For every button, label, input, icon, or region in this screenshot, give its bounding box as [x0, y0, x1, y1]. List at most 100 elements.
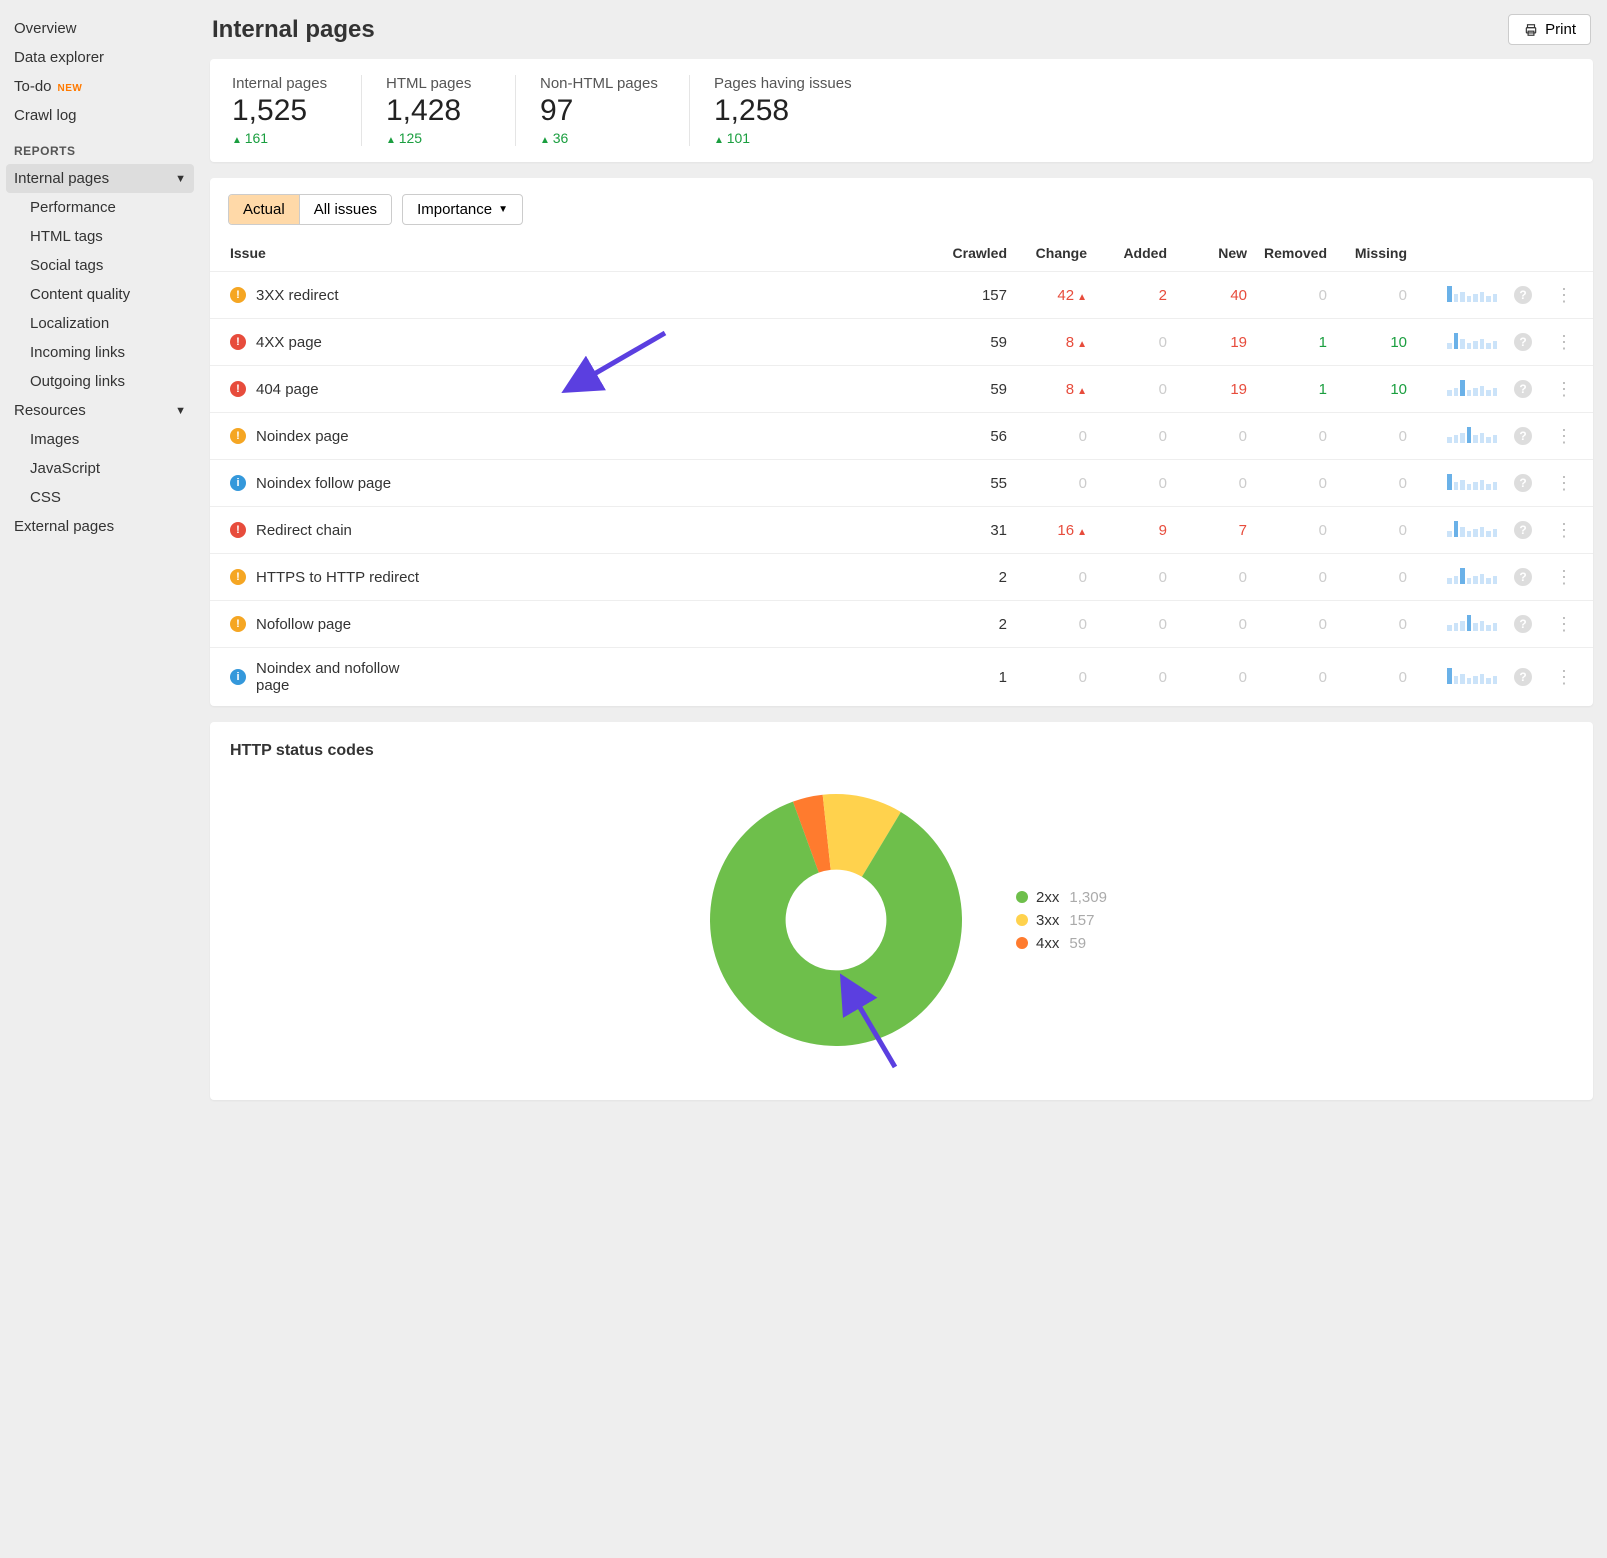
- table-row[interactable]: !3XX redirect15742▲24000?⋮: [210, 272, 1593, 319]
- sidebar-subitem-performance[interactable]: Performance: [0, 193, 200, 222]
- issue-cell: iNoindex and nofollow page: [210, 648, 935, 707]
- issue-cell: !Redirect chain: [210, 507, 935, 554]
- table-row[interactable]: iNoindex and nofollow page100000?⋮: [210, 648, 1593, 707]
- chevron-down-icon: ▼: [175, 173, 186, 185]
- table-cell: 0: [1255, 554, 1335, 601]
- print-button[interactable]: Print: [1508, 14, 1591, 45]
- table-cell: 0: [1015, 554, 1095, 601]
- help-icon[interactable]: ?: [1514, 427, 1532, 445]
- issues-card: Actual All issues Importance ▼ Issue Cra…: [210, 178, 1593, 706]
- table-cell: 1: [1255, 319, 1335, 366]
- sidebar-subitem-outgoing-links[interactable]: Outgoing links: [0, 367, 200, 396]
- help-icon[interactable]: ?: [1514, 668, 1532, 686]
- sidebar-item-external-pages[interactable]: External pages: [0, 512, 200, 541]
- legend-dot-icon: [1016, 891, 1028, 903]
- sidebar: OverviewData explorerTo-doNEWCrawl log R…: [0, 0, 200, 1558]
- col-issue[interactable]: Issue: [210, 235, 935, 272]
- table-row[interactable]: !Redirect chain3116▲9700?⋮: [210, 507, 1593, 554]
- sidebar-subitem-content-quality[interactable]: Content quality: [0, 280, 200, 309]
- stat-block: Non-HTML pages9736: [540, 75, 690, 146]
- table-cell: 8▲: [1015, 366, 1095, 413]
- info-icon: i: [230, 475, 246, 491]
- issue-cell: !HTTPS to HTTP redirect: [210, 554, 935, 601]
- col-missing[interactable]: Missing: [1335, 235, 1415, 272]
- importance-dropdown[interactable]: Importance ▼: [402, 194, 523, 225]
- stat-delta: 36: [540, 130, 665, 146]
- help-icon[interactable]: ?: [1514, 615, 1532, 633]
- sidebar-subitem-javascript[interactable]: JavaScript: [0, 454, 200, 483]
- table-cell: 0: [1095, 648, 1175, 707]
- help-icon[interactable]: ?: [1514, 286, 1532, 304]
- table-cell: 31: [935, 507, 1015, 554]
- more-icon[interactable]: ⋮: [1549, 426, 1579, 446]
- stat-value: 97: [540, 94, 665, 128]
- more-icon[interactable]: ⋮: [1549, 332, 1579, 352]
- table-cell: 40: [1175, 272, 1255, 319]
- legend-item-2xx[interactable]: 2xx1,309: [1016, 889, 1107, 906]
- sidebar-subitem-images[interactable]: Images: [0, 425, 200, 454]
- table-cell: 0: [1255, 601, 1335, 648]
- sidebar-subitem-css[interactable]: CSS: [0, 483, 200, 512]
- sidebar-subitem-social-tags[interactable]: Social tags: [0, 251, 200, 280]
- table-row[interactable]: !Nofollow page200000?⋮: [210, 601, 1593, 648]
- col-added[interactable]: Added: [1095, 235, 1175, 272]
- col-removed[interactable]: Removed: [1255, 235, 1335, 272]
- sparkline: [1415, 319, 1505, 366]
- table-row[interactable]: iNoindex follow page5500000?⋮: [210, 460, 1593, 507]
- help-icon[interactable]: ?: [1514, 568, 1532, 586]
- table-row[interactable]: !4XX page598▲019110?⋮: [210, 319, 1593, 366]
- help-icon[interactable]: ?: [1514, 380, 1532, 398]
- sidebar-item-data-explorer[interactable]: Data explorer: [0, 43, 200, 72]
- more-icon[interactable]: ⋮: [1549, 567, 1579, 587]
- help-icon[interactable]: ?: [1514, 474, 1532, 492]
- sidebar-item-crawl-log[interactable]: Crawl log: [0, 101, 200, 130]
- table-cell: 0: [1015, 601, 1095, 648]
- tab-actual[interactable]: Actual: [229, 195, 299, 224]
- sidebar-section-reports: REPORTS: [0, 130, 200, 164]
- table-cell: 0: [1175, 601, 1255, 648]
- issue-name: Nofollow page: [256, 616, 351, 633]
- sidebar-item-resources[interactable]: Resources▼: [0, 396, 200, 425]
- sidebar-item-overview[interactable]: Overview: [0, 14, 200, 43]
- help-icon[interactable]: ?: [1514, 333, 1532, 351]
- new-badge: NEW: [58, 83, 83, 94]
- sidebar-subitem-localization[interactable]: Localization: [0, 309, 200, 338]
- col-new[interactable]: New: [1175, 235, 1255, 272]
- sidebar-subitem-incoming-links[interactable]: Incoming links: [0, 338, 200, 367]
- stat-label: Pages having issues: [714, 75, 852, 92]
- sparkline: [1415, 601, 1505, 648]
- help-icon[interactable]: ?: [1514, 521, 1532, 539]
- table-cell: 0: [1175, 648, 1255, 707]
- sidebar-item-to-do[interactable]: To-doNEW: [0, 72, 200, 101]
- sparkline: [1415, 413, 1505, 460]
- more-icon[interactable]: ⋮: [1549, 285, 1579, 305]
- table-cell: 0: [1015, 648, 1095, 707]
- col-crawled[interactable]: Crawled: [935, 235, 1015, 272]
- sparkline: [1415, 366, 1505, 413]
- donut-chart[interactable]: [696, 780, 976, 1060]
- table-row[interactable]: !Noindex page5600000?⋮: [210, 413, 1593, 460]
- issues-table: Issue Crawled Change Added New Removed M…: [210, 235, 1593, 706]
- more-icon[interactable]: ⋮: [1549, 379, 1579, 399]
- legend-item-4xx[interactable]: 4xx59: [1016, 935, 1107, 952]
- more-icon[interactable]: ⋮: [1549, 614, 1579, 634]
- table-cell: 0: [1095, 554, 1175, 601]
- table-cell: 19: [1175, 319, 1255, 366]
- col-change[interactable]: Change: [1015, 235, 1095, 272]
- table-cell: 56: [935, 413, 1015, 460]
- sidebar-item-internal-pages[interactable]: Internal pages▼: [6, 164, 194, 193]
- table-cell: 0: [1095, 319, 1175, 366]
- table-cell: 0: [1335, 507, 1415, 554]
- more-icon[interactable]: ⋮: [1549, 473, 1579, 493]
- table-row[interactable]: !404 page598▲019110?⋮: [210, 366, 1593, 413]
- issue-cell: iNoindex follow page: [210, 460, 935, 507]
- sidebar-subitem-html-tags[interactable]: HTML tags: [0, 222, 200, 251]
- table-row[interactable]: !HTTPS to HTTP redirect200000?⋮: [210, 554, 1593, 601]
- more-icon[interactable]: ⋮: [1549, 520, 1579, 540]
- more-icon[interactable]: ⋮: [1549, 667, 1579, 687]
- warn-icon: !: [230, 287, 246, 303]
- tab-all-issues[interactable]: All issues: [299, 195, 391, 224]
- legend-item-3xx[interactable]: 3xx157: [1016, 912, 1107, 929]
- chart-card: HTTP status codes 2xx1,3093xx1574xx59: [210, 722, 1593, 1100]
- table-cell: 0: [1015, 413, 1095, 460]
